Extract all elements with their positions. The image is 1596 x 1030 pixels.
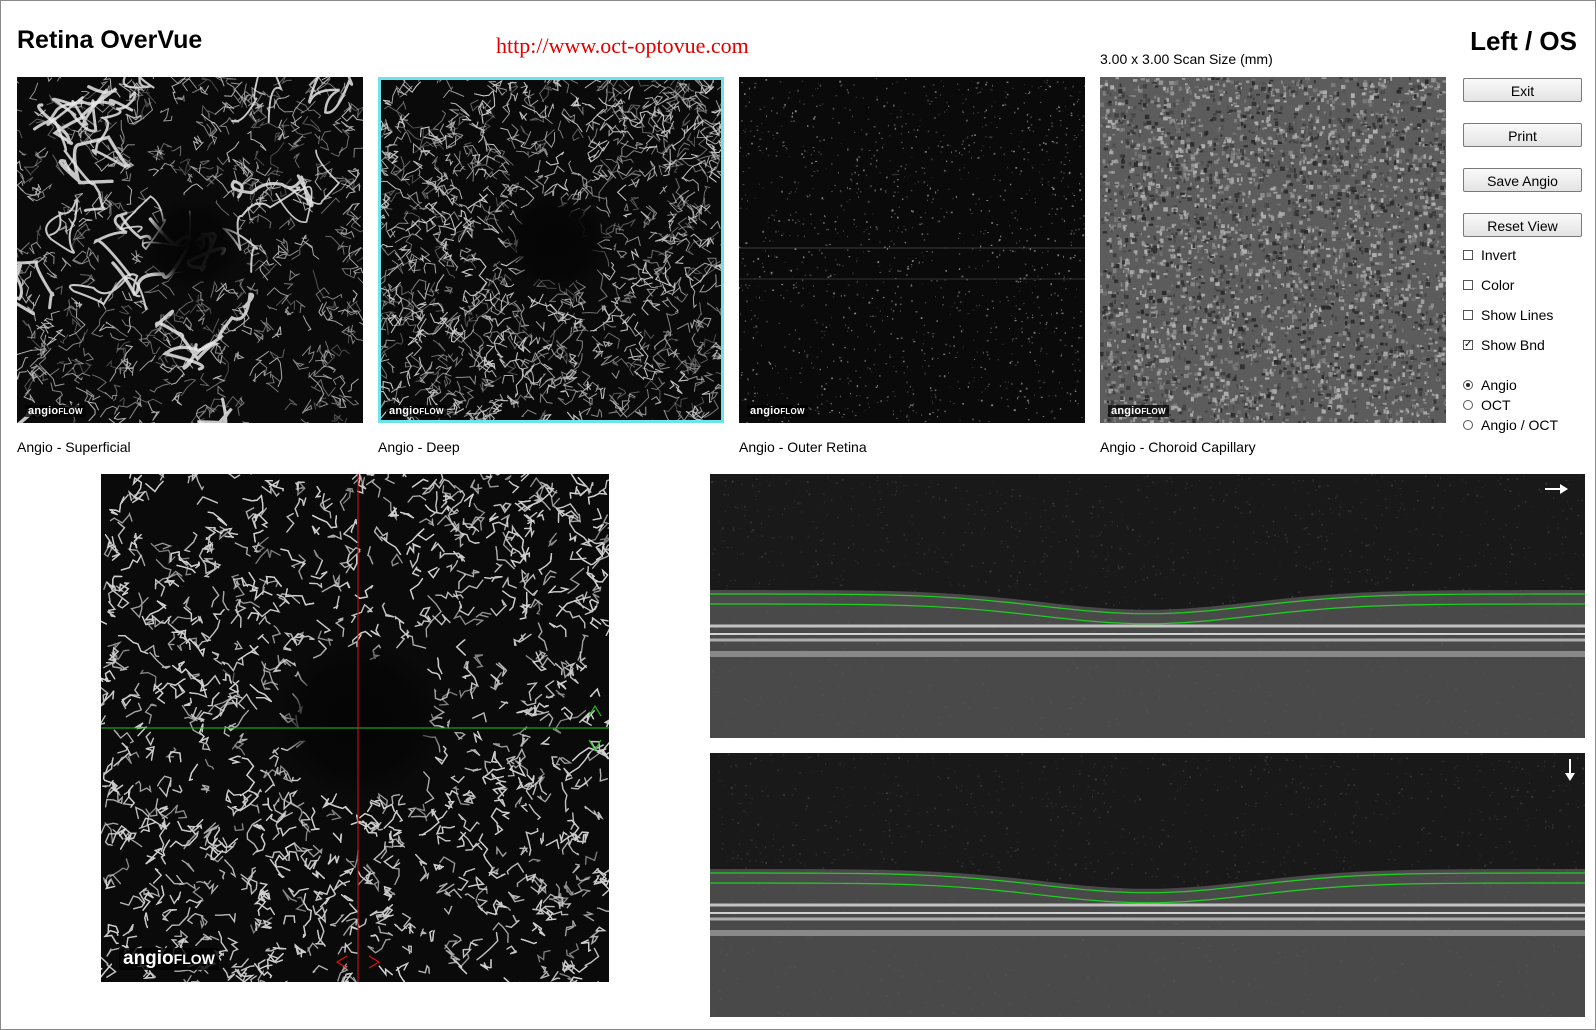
checkbox-box-checked[interactable]: ✓ [1463, 340, 1473, 350]
thumb-label-superficial: Angio - Superficial [17, 439, 131, 455]
checkbox-box[interactable] [1463, 250, 1473, 260]
angioflow-watermark: angioFLOW [119, 948, 219, 970]
radio-label: Angio / OCT [1481, 417, 1559, 433]
thumb-deep[interactable]: angioFLOW [378, 77, 724, 423]
checkbox-label: Invert [1481, 247, 1517, 263]
color-checkbox[interactable]: Color [1463, 276, 1514, 294]
bscan-horizontal[interactable] [710, 474, 1585, 738]
thumb-superficial[interactable]: angioFLOW [17, 77, 363, 423]
radio-label: Angio [1481, 377, 1517, 393]
reset-view-button[interactable]: Reset View [1463, 213, 1582, 237]
thumb-label-choroid-capillary: Angio - Choroid Capillary [1100, 439, 1256, 455]
checkbox-label: Show Lines [1481, 307, 1554, 323]
thumb-choroid-capillary[interactable]: angioFLOW [1100, 77, 1446, 423]
radio-dot[interactable] [1463, 420, 1473, 430]
mode-radio-angio[interactable]: Angio [1463, 376, 1517, 394]
bscan-vertical[interactable] [710, 753, 1585, 1017]
mode-radio-oct[interactable]: OCT [1463, 396, 1511, 414]
mode-radio-angio-oct[interactable]: Angio / OCT [1463, 416, 1558, 434]
thumb-outer-retina[interactable]: angioFLOW [739, 77, 1085, 423]
show-lines-checkbox[interactable]: Show Lines [1463, 306, 1553, 324]
print-button[interactable]: Print [1463, 123, 1582, 147]
exit-button[interactable]: Exit [1463, 78, 1582, 102]
checkbox-box[interactable] [1463, 280, 1473, 290]
checkbox-box[interactable] [1463, 310, 1473, 320]
vendor-url: http://www.oct-optovue.com [496, 33, 749, 58]
scan-size-label: 3.00 x 3.00 Scan Size (mm) [1100, 51, 1273, 67]
radio-dot[interactable] [1463, 400, 1473, 410]
radio-label: OCT [1481, 397, 1511, 413]
thumb-label-outer-retina: Angio - Outer Retina [739, 439, 867, 455]
app-title: Retina OverVue [17, 26, 203, 54]
angioflow-watermark: angioFLOW [386, 405, 447, 417]
thumb-label-deep: Angio - Deep [378, 439, 460, 455]
save-angio-button[interactable]: Save Angio [1463, 168, 1582, 192]
show-bnd-checkbox[interactable]: ✓ Show Bnd [1463, 336, 1545, 354]
checkbox-label: Show Bnd [1481, 337, 1545, 353]
invert-checkbox[interactable]: Invert [1463, 246, 1516, 264]
eye-indicator: Left / OS [1470, 26, 1577, 56]
radio-dot[interactable] [1463, 380, 1473, 390]
checkbox-label: Color [1481, 277, 1515, 293]
angioflow-watermark: angioFLOW [25, 405, 86, 417]
angioflow-watermark: angioFLOW [747, 405, 808, 417]
main-angio-view[interactable]: angioFLOW [101, 474, 609, 982]
angioflow-watermark: angioFLOW [1108, 405, 1169, 417]
